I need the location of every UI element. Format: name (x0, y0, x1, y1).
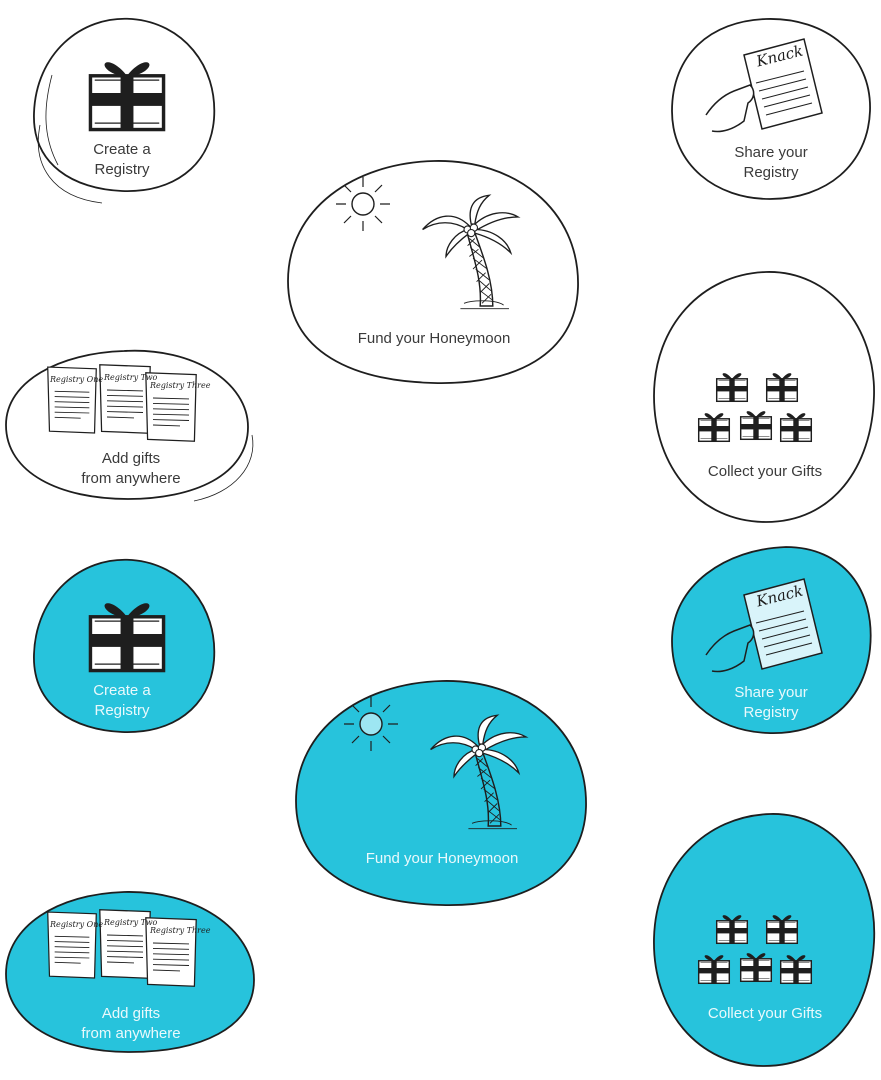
gift-box-icon (764, 910, 800, 946)
paper-title-1: Registry One (50, 920, 104, 929)
share-registry-card[interactable]: Knack Share your Registry (666, 15, 876, 205)
add-gifts-label: Add gifts from anywhere (81, 450, 181, 487)
share-registry-label: Share your Registry (734, 144, 808, 181)
collect-gifts-card[interactable]: Collect your Gifts (650, 810, 880, 1072)
create-registry-card[interactable]: Create a Registry (22, 15, 222, 204)
palm-tree-icon (418, 707, 544, 837)
add-gifts-card[interactable]: Registry One Registry Two Registry Three… (4, 345, 258, 503)
add-gifts-label: Add gifts from anywhere (81, 1005, 181, 1042)
gift-box-icon (696, 408, 732, 444)
paper-title-1: Registry One (50, 375, 104, 384)
fund-honeymoon-label: Fund your Honeymoon (365, 850, 519, 867)
collect-gifts-label: Collect your Gifts (707, 1005, 823, 1022)
fund-honeymoon-card[interactable]: Fund your Honeymoon (292, 677, 592, 912)
gift-box-icon (696, 950, 732, 986)
share-registry-label: Share your Registry (734, 684, 808, 721)
gift-box-icon (84, 45, 170, 141)
paper-title-3: Registry Three (150, 926, 211, 935)
create-registry-card[interactable]: Create a Registry (22, 556, 222, 741)
fund-honeymoon-card[interactable]: Fund your Honeymoon (284, 157, 584, 389)
sun-icon (344, 697, 398, 751)
share-registry-card[interactable]: Knack Share your Registry (666, 545, 876, 740)
create-registry-label: Create a Registry (93, 682, 151, 719)
gift-box-icon (778, 408, 814, 444)
collect-gifts-label: Collect your Gifts (707, 463, 823, 480)
gift-box-icon (738, 406, 774, 442)
collect-gifts-card[interactable]: Collect your Gifts (650, 268, 880, 528)
add-gifts-card[interactable]: Registry One Registry Two Registry Three… (4, 888, 258, 1058)
gift-box-icon (714, 368, 750, 404)
palm-tree-icon (410, 187, 536, 317)
gift-box-icon (714, 910, 750, 946)
fund-honeymoon-label: Fund your Honeymoon (357, 330, 511, 347)
sun-icon (328, 171, 398, 241)
create-registry-label: Create a Registry (93, 141, 151, 178)
gift-box-icon (778, 950, 814, 986)
paper-title-3: Registry Three (150, 381, 211, 390)
gift-box-icon (738, 948, 774, 984)
gift-box-icon (764, 368, 800, 404)
gift-box-icon (84, 586, 170, 682)
